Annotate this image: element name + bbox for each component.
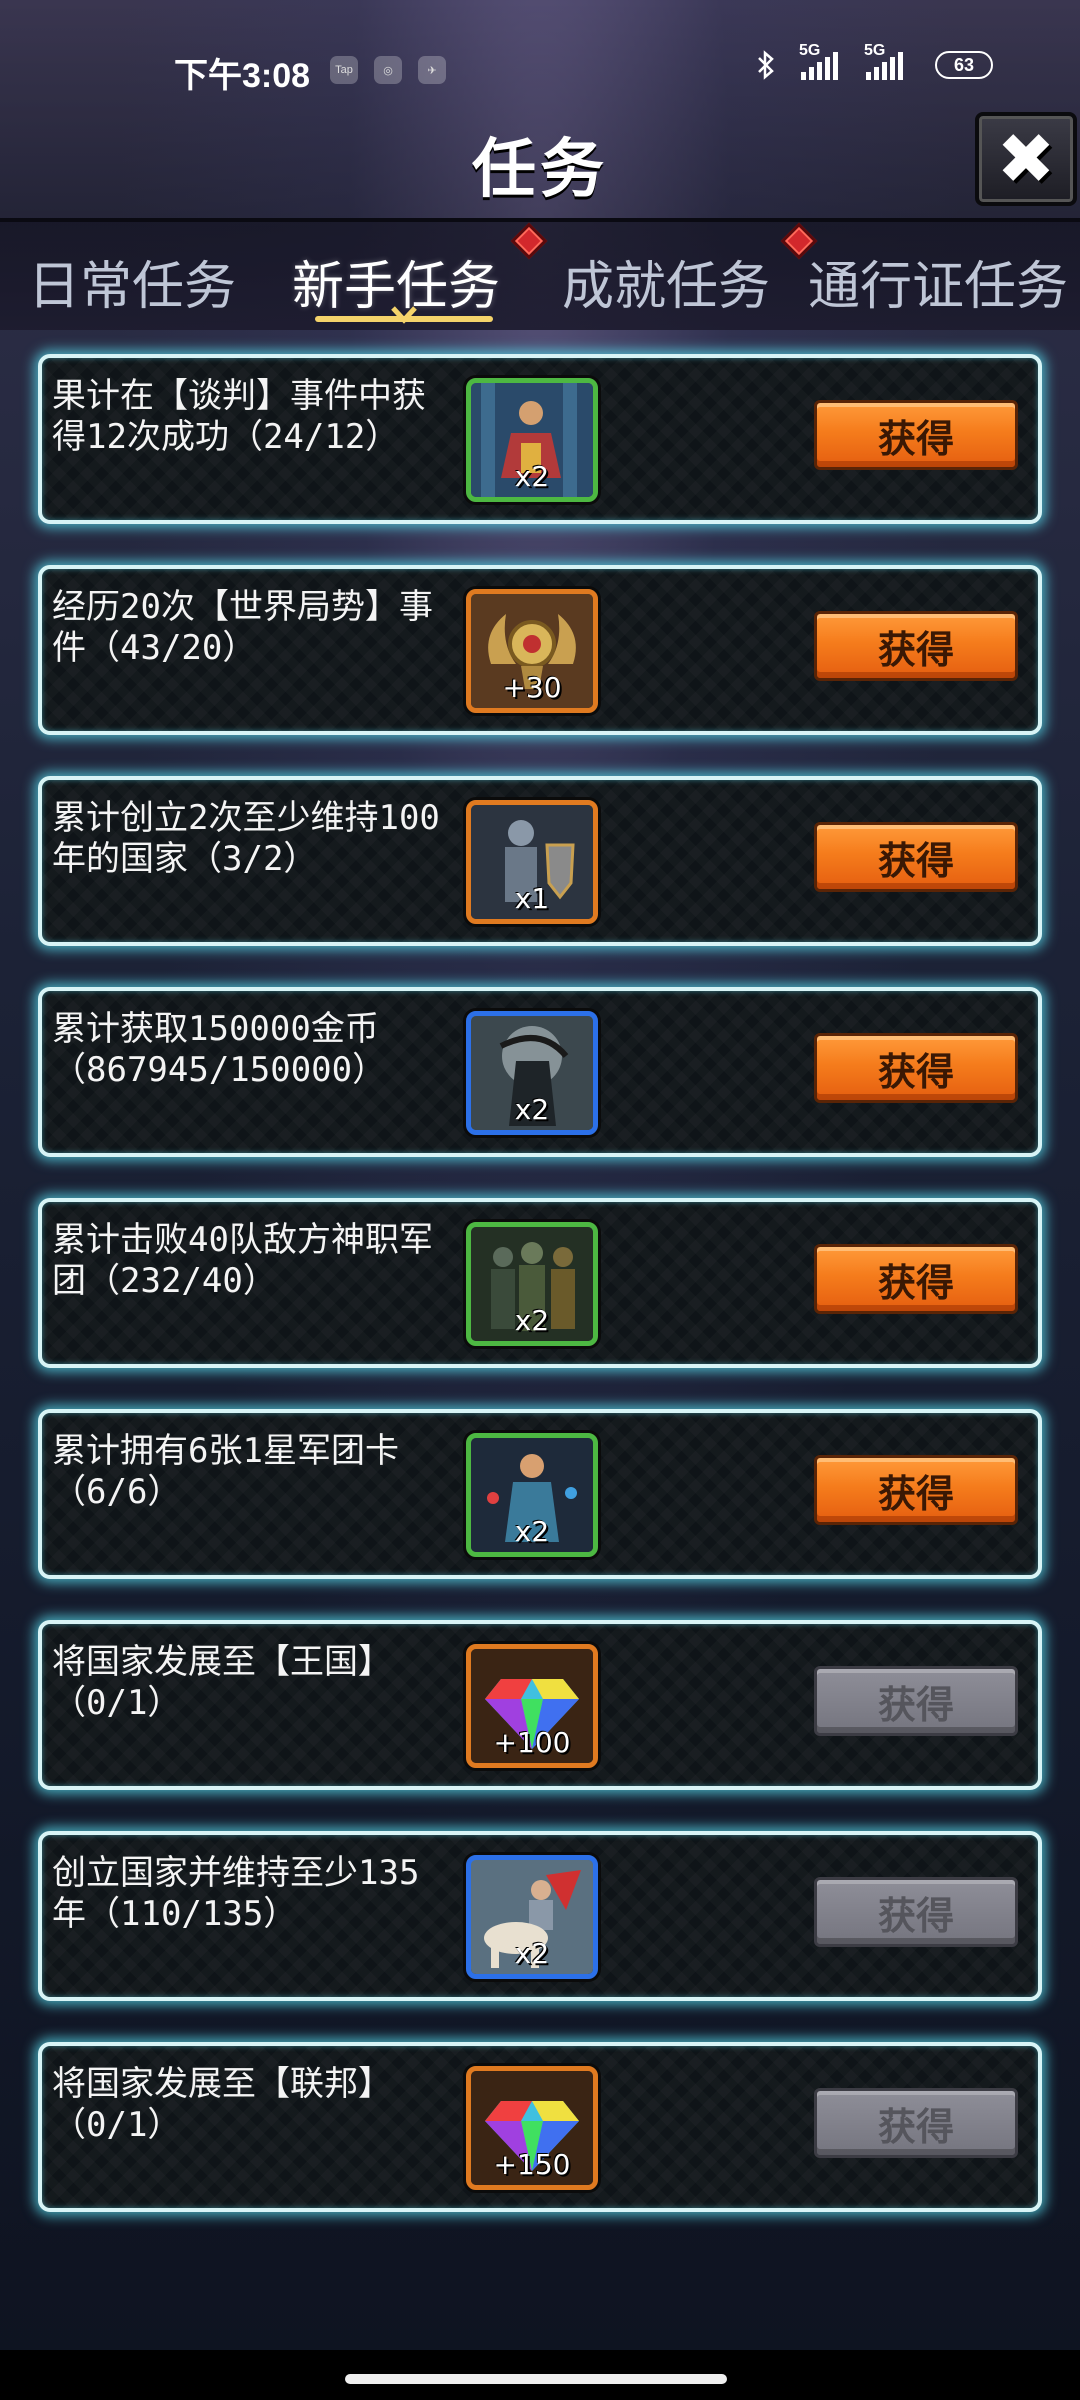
reward-item[interactable]: +100 (466, 1644, 598, 1768)
task-card: 果计在【谈判】事件中获得12次成功（24/12） x2 获得 (38, 354, 1042, 524)
task-description: 累计拥有6张1星军团卡（6/6） (52, 1431, 399, 1512)
claim-button-disabled[interactable]: 获得 (814, 2088, 1018, 2158)
claim-button[interactable]: 获得 (814, 1244, 1018, 1314)
task-description: 将国家发展至【王国】（0/1） (52, 1642, 392, 1723)
task-card: 创立国家并维持至少135年（110/135） x2 获得 (38, 1831, 1042, 2001)
task-description: 经历20次【世界局势】事件（43/20） (52, 587, 433, 668)
task-list: 果计在【谈判】事件中获得12次成功（24/12） x2 获得 经历20次【世界局… (38, 354, 1042, 2253)
task-description: 创立国家并维持至少135年（110/135） (52, 1853, 420, 1934)
task-card: 将国家发展至【联邦】（0/1） +150 获得 (38, 2042, 1042, 2212)
reward-quantity: +100 (493, 1726, 571, 1759)
reward-item[interactable]: +150 (466, 2066, 598, 2190)
task-description: 累计击败40队敌方神职军团（232/40） (52, 1220, 433, 1301)
task-description: 累计创立2次至少维持100年的国家（3/2） (52, 798, 440, 879)
claim-button[interactable]: 获得 (814, 822, 1018, 892)
system-icons: 5G 5G 63 (755, 42, 993, 80)
tab-achievement[interactable]: 成就任务 (562, 244, 770, 319)
reward-quantity: x2 (514, 1937, 550, 1970)
task-card: 经历20次【世界局势】事件（43/20） +30 获得 (38, 565, 1042, 735)
bird-app-icon: ✈ (418, 56, 446, 84)
reward-item[interactable]: +30 (466, 589, 598, 713)
task-description: 将国家发展至【联邦】（0/1） (52, 2064, 392, 2145)
reward-quantity: x2 (514, 1304, 550, 1337)
task-description: 果计在【谈判】事件中获得12次成功（24/12） (52, 376, 426, 457)
claim-button[interactable]: 获得 (814, 611, 1018, 681)
claim-button[interactable]: 获得 (814, 400, 1018, 470)
claim-button-disabled[interactable]: 获得 (814, 1877, 1018, 1947)
reward-quantity: x2 (514, 460, 550, 493)
home-indicator[interactable] (345, 2374, 727, 2384)
claim-button[interactable]: 获得 (814, 1455, 1018, 1525)
task-card: 累计创立2次至少维持100年的国家（3/2） x1 获得 (38, 776, 1042, 946)
task-description: 累计获取150000金币（867945/150000） (52, 1009, 387, 1090)
tab-pass[interactable]: 通行证任务 (808, 244, 1068, 319)
claim-button-disabled[interactable]: 获得 (814, 1666, 1018, 1736)
reward-quantity: +30 (502, 671, 562, 704)
bluetooth-icon (758, 50, 774, 80)
status-time: 下午3:08 (174, 57, 311, 95)
reward-quantity: x2 (514, 1515, 550, 1548)
target-app-icon: ◎ (374, 56, 402, 84)
reward-item[interactable]: x2 (466, 1855, 598, 1979)
reward-quantity: +150 (493, 2148, 571, 2181)
reward-item[interactable]: x2 (466, 378, 598, 502)
reward-item[interactable]: x2 (466, 1011, 598, 1135)
reward-quantity: x2 (514, 1093, 550, 1126)
signal-5g-icon: 5G (799, 42, 838, 80)
battery-icon: 63 (935, 51, 993, 79)
notification-icons: Tap ◎ ✈ (330, 56, 446, 84)
reward-item[interactable]: x1 (466, 800, 598, 924)
claim-button[interactable]: 获得 (814, 1033, 1018, 1103)
reward-quantity: x1 (514, 882, 550, 915)
task-card: 累计击败40队敌方神职军团（232/40） x2 获得 (38, 1198, 1042, 1368)
close-icon: ✖ (996, 118, 1056, 200)
tab-daily[interactable]: 日常任务 (28, 244, 236, 319)
task-card: 将国家发展至【王国】（0/1） +100 获得 (38, 1620, 1042, 1790)
tap-app-icon: Tap (330, 56, 358, 84)
task-card: 累计拥有6张1星军团卡（6/6） x2 获得 (38, 1409, 1042, 1579)
reward-item[interactable]: x2 (466, 1222, 598, 1346)
reward-item[interactable]: x2 (466, 1433, 598, 1557)
page-title: 任务 (472, 133, 608, 207)
chevron-down-icon (391, 306, 417, 324)
signal-5g-icon-2: 5G (864, 42, 903, 80)
task-card: 累计获取150000金币（867945/150000） x2 获得 (38, 987, 1042, 1157)
close-button[interactable]: ✖ (975, 112, 1077, 206)
